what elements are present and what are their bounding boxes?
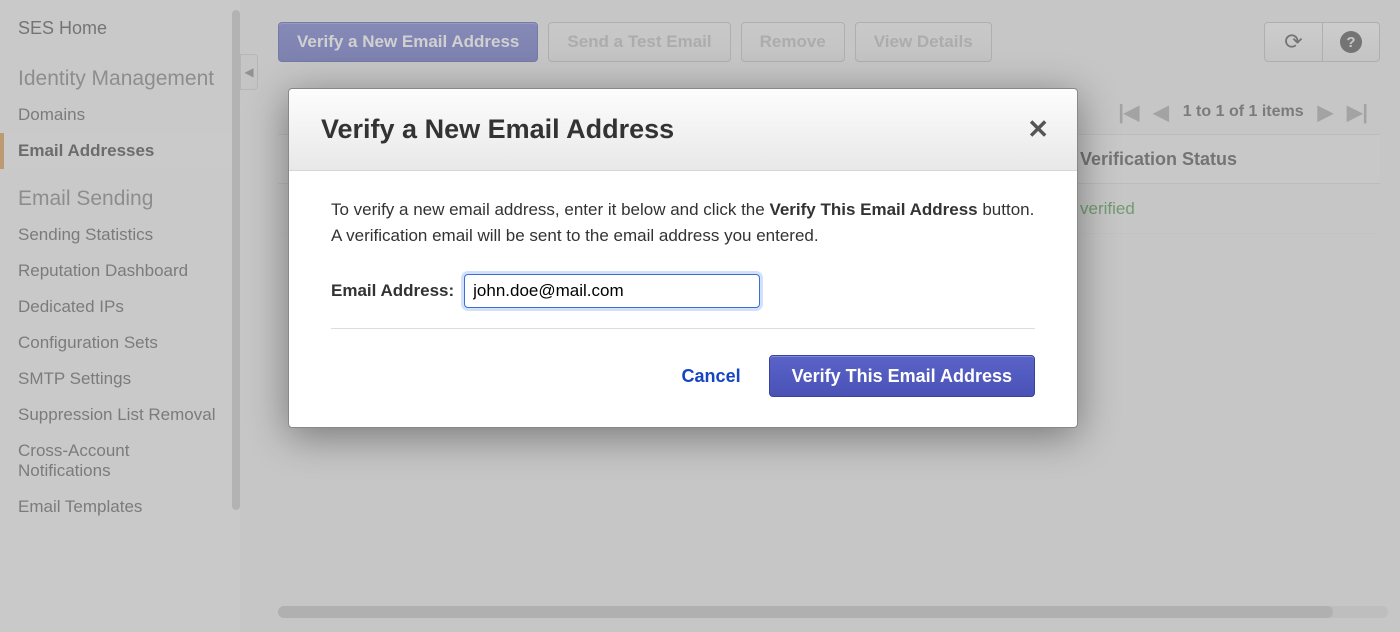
modal-instructions: To verify a new email address, enter it … [331,197,1035,248]
modal-body: To verify a new email address, enter it … [289,171,1077,339]
email-address-label: Email Address: [331,278,454,304]
modal-footer: Cancel Verify This Email Address [289,339,1077,427]
verify-email-modal: Verify a New Email Address ✕ To verify a… [288,88,1078,428]
modal-title: Verify a New Email Address [321,114,674,145]
verify-this-email-button[interactable]: Verify This Email Address [769,355,1035,397]
modal-header: Verify a New Email Address ✕ [289,89,1077,171]
close-icon: ✕ [1027,114,1049,144]
email-address-input[interactable] [464,274,760,308]
cancel-button[interactable]: Cancel [682,366,741,387]
modal-close-button[interactable]: ✕ [1027,114,1049,145]
modal-form: Email Address: [331,274,1035,329]
modal-instructions-bold: Verify This Email Address [769,200,977,219]
modal-instructions-pre: To verify a new email address, enter it … [331,200,769,219]
